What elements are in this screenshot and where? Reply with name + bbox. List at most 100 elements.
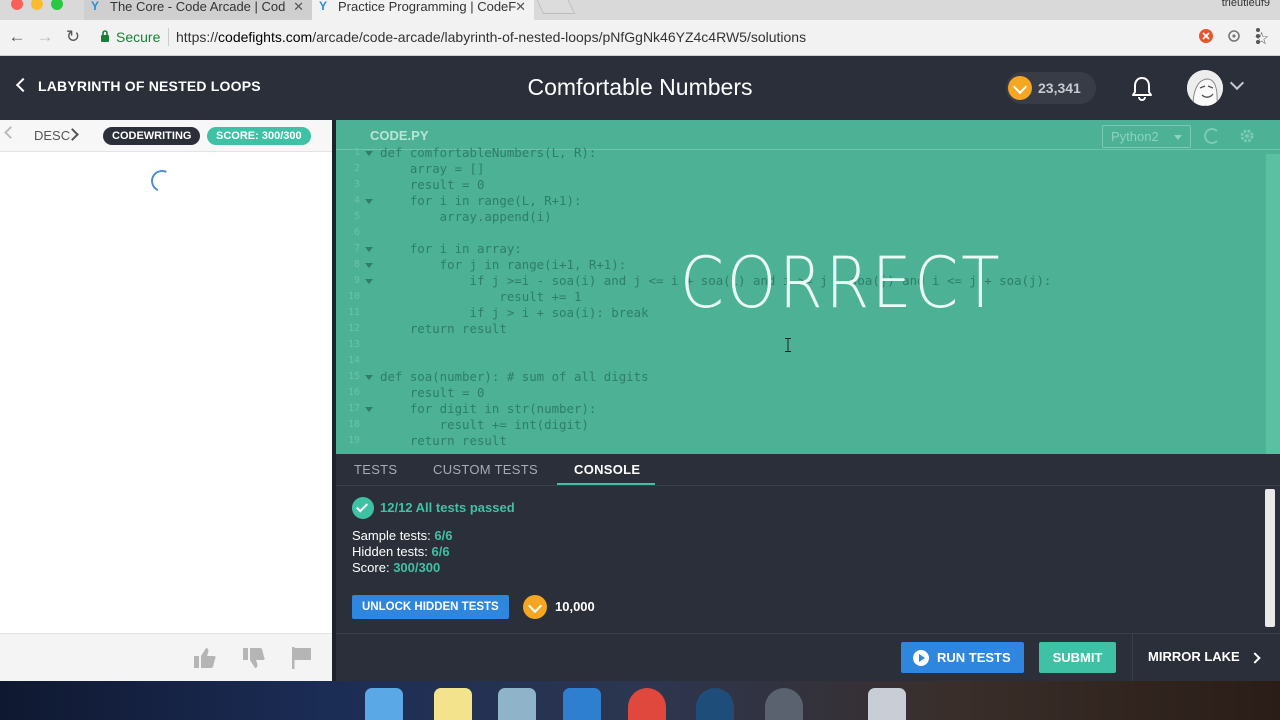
unlock-cost: 10,000 <box>555 599 595 614</box>
coins-balance[interactable]: 23,341 <box>1006 72 1096 104</box>
notes-dock-icon[interactable] <box>434 688 472 720</box>
line-number: 6 <box>353 227 360 238</box>
line-number: 12 <box>347 323 360 334</box>
codefights-favicon-icon: Y <box>319 0 328 13</box>
tab-custom-tests[interactable]: CUSTOM TESTS <box>433 462 538 477</box>
browser-tab-practice-programming[interactable]: Y Practice Programming | CodeF ✕ <box>312 0 534 20</box>
tab-tests[interactable]: TESTS <box>354 462 397 477</box>
hidden-tests-stat: Hidden tests: 6/6 <box>352 544 450 559</box>
unlock-hidden-tests-button[interactable]: UNLOCK HIDDEN TESTS <box>352 595 509 619</box>
fold-arrow-icon[interactable] <box>365 407 373 412</box>
bottom-panel-tabs: TESTS CUSTOM TESTS CONSOLE <box>336 454 1280 486</box>
forward-arrow-icon[interactable]: → <box>34 26 56 48</box>
mail-dock-icon[interactable] <box>498 688 536 720</box>
new-tab-button[interactable] <box>536 0 576 14</box>
url-text[interactable]: https://codefights.com/arcade/code-arcad… <box>176 29 806 45</box>
code-line: for i in array: <box>380 241 522 256</box>
browser-tab-bar: Y The Core - Code Arcade | Cod ✕ Y Pract… <box>0 0 1280 20</box>
active-tab-indicator <box>557 483 655 485</box>
fold-arrow-icon[interactable] <box>365 279 373 284</box>
chevron-down-icon <box>1174 135 1182 140</box>
score-badge: SCORE: 300/300 <box>207 127 311 145</box>
reset-icon[interactable] <box>1204 128 1220 144</box>
minimize-window-button[interactable] <box>31 0 43 10</box>
zoom-window-button[interactable] <box>51 0 63 10</box>
chevron-down-icon[interactable] <box>1229 75 1245 91</box>
app-dock-icon[interactable] <box>765 688 803 720</box>
tab-close-icon[interactable]: ✕ <box>515 0 526 13</box>
code-editor[interactable]: CODE.PY Python2 1 2 3 4 5 6 7 8 9 10 11 12 13 14 15 16 1… <box>336 120 1280 454</box>
line-number: 3 <box>353 179 360 190</box>
sourcetree-dock-icon[interactable] <box>696 688 734 720</box>
tab-title: Practice Programming | CodeF <box>338 0 517 14</box>
run-tests-button[interactable]: RUN TESTS <box>901 642 1024 673</box>
file-tab[interactable]: CODE.PY <box>370 128 429 143</box>
line-number: 11 <box>347 307 360 318</box>
code-line: return result <box>380 433 507 448</box>
score-label: Score: <box>352 560 394 575</box>
address-bar[interactable]: Secure https://codefights.com/arcade/cod… <box>92 24 1269 51</box>
result-overlay-text: CORRECT <box>680 242 1003 324</box>
line-number: 15 <box>347 371 360 382</box>
avatar[interactable] <box>1187 70 1223 106</box>
line-number: 9 <box>353 275 360 286</box>
lock-icon <box>101 30 109 42</box>
coins-value: 23,341 <box>1038 80 1081 96</box>
feedback-bar <box>0 633 332 681</box>
thumbs-up-icon[interactable] <box>192 646 218 670</box>
browser-menu-icon[interactable] <box>1256 28 1260 46</box>
chrome-dock-icon[interactable] <box>628 688 666 720</box>
loading-spinner-icon <box>147 166 177 196</box>
code-line: result += 1 <box>380 289 582 304</box>
mode-badge: CODEWRITING <box>103 127 201 145</box>
address-separator <box>168 28 169 46</box>
back-arrow-icon[interactable]: ← <box>6 26 28 48</box>
editor-scrollbar[interactable] <box>1266 154 1280 454</box>
console-scrollbar[interactable] <box>1265 489 1275 627</box>
line-number: 10 <box>347 291 360 302</box>
trash-dock-icon[interactable] <box>868 688 906 720</box>
line-number: 2 <box>353 163 360 174</box>
chevron-right-icon[interactable] <box>1249 652 1261 664</box>
code-line: for j in range(i+1, R+1): <box>380 257 627 272</box>
chevron-left-icon[interactable] <box>4 126 17 139</box>
code-line: array.append(i) <box>380 209 552 224</box>
tab-close-icon[interactable]: ✕ <box>293 0 304 13</box>
tab-description[interactable]: DESC <box>34 128 70 143</box>
trello-dock-icon[interactable] <box>563 688 601 720</box>
sample-tests-value: 6/6 <box>434 528 453 543</box>
console-panel: 12/12 All tests passed Sample tests: 6/6… <box>336 487 1280 633</box>
score-stat: Score: 300/300 <box>352 560 440 575</box>
code-line: for i in range(L, R+1): <box>380 193 582 208</box>
line-number: 13 <box>347 339 360 350</box>
action-bar: RUN TESTS SUBMIT MIRROR LAKE <box>336 633 1280 682</box>
submit-button[interactable]: SUBMIT <box>1039 642 1116 673</box>
avatar-image <box>1187 70 1223 106</box>
extension-icon[interactable] <box>1198 28 1214 44</box>
language-select[interactable]: Python2 <box>1102 125 1191 148</box>
fold-arrow-icon[interactable] <box>365 199 373 204</box>
coin-icon <box>1008 76 1032 100</box>
fold-arrow-icon[interactable] <box>365 375 373 380</box>
fold-arrow-icon[interactable] <box>365 247 373 252</box>
browser-profile-name[interactable]: trieutieuf9 <box>1222 0 1270 9</box>
code-line: result = 0 <box>380 177 485 192</box>
bell-icon[interactable] <box>1130 75 1154 101</box>
play-icon <box>913 650 929 666</box>
left-panel-tabs: DESC CODEWRITING SCORE: 300/300 <box>0 120 332 152</box>
back-to-level-link[interactable]: LABYRINTH OF NESTED LOOPS <box>15 77 261 94</box>
thumbs-down-icon[interactable] <box>241 646 267 670</box>
extension-puzzle-icon[interactable] <box>1226 28 1242 44</box>
fold-arrow-icon[interactable] <box>365 151 373 156</box>
tab-console[interactable]: CONSOLE <box>574 462 640 477</box>
close-window-button[interactable] <box>11 0 23 10</box>
next-task-link[interactable]: MIRROR LAKE <box>1148 649 1240 664</box>
secure-label: Secure <box>116 29 161 45</box>
finder-dock-icon[interactable] <box>365 688 403 720</box>
reload-icon[interactable]: ↻ <box>62 26 84 48</box>
gear-icon[interactable] <box>1239 128 1255 144</box>
fold-arrow-icon[interactable] <box>365 263 373 268</box>
browser-tab-the-core[interactable]: Y The Core - Code Arcade | Cod ✕ <box>84 0 312 20</box>
flag-icon[interactable] <box>289 646 315 670</box>
chevron-left-icon <box>15 77 31 93</box>
